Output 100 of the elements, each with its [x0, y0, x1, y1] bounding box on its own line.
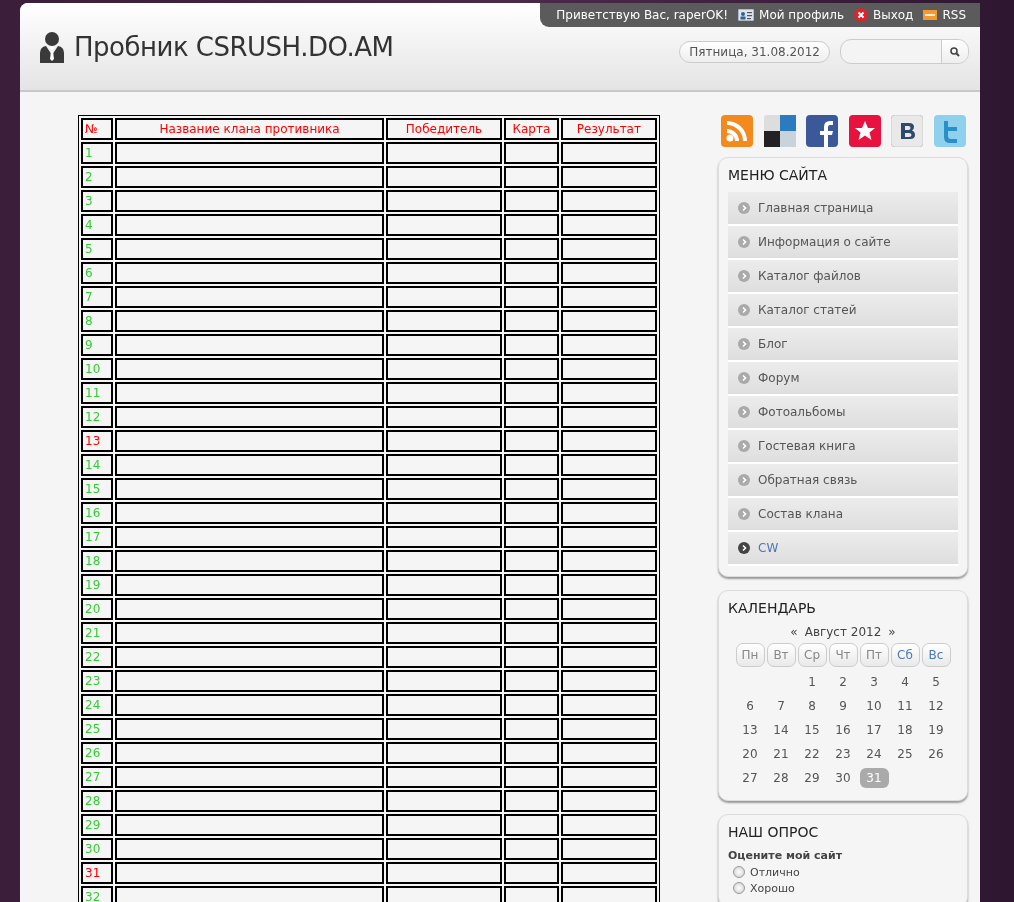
menu-item[interactable]: Каталог файлов [728, 260, 958, 294]
calendar-day[interactable]: 17 [859, 720, 889, 740]
row-number-cell: 25 [81, 718, 114, 740]
chevron-icon [738, 508, 750, 520]
calendar-day[interactable]: 10 [859, 696, 889, 716]
menu-item[interactable]: Гостевая книга [728, 430, 958, 464]
calendar-day[interactable]: 12 [921, 696, 951, 716]
calendar-day[interactable]: 21 [766, 744, 796, 764]
calendar-day[interactable]: 9 [828, 696, 858, 716]
rss-icon [923, 10, 938, 20]
menu-item[interactable]: Состав клана [728, 498, 958, 532]
empty-cell [503, 262, 559, 284]
row-number-cell: 4 [81, 214, 114, 236]
site-title: Пробник CSRUSH.DO.AM [74, 31, 395, 62]
previous-month-link[interactable]: « [790, 625, 798, 639]
calendar-day[interactable]: 25 [890, 744, 920, 764]
calendar-day[interactable]: 23 [828, 744, 858, 764]
top-bar-link[interactable]: Мой профиль [738, 8, 844, 22]
column-header: Победитель [386, 118, 502, 140]
poll-question: Оцените мой сайт [728, 849, 844, 862]
row-number-cell: 17 [81, 526, 114, 548]
calendar-day[interactable]: 13 [735, 720, 765, 740]
menu-item[interactable]: Главная страница [728, 192, 958, 226]
menu-item[interactable]: Каталог статей [728, 294, 958, 328]
column-header: № [81, 118, 114, 140]
close-icon [853, 8, 868, 22]
calendar-day[interactable]: 4 [890, 672, 920, 692]
row-number-cell: 5 [81, 238, 114, 260]
chevron-icon [738, 236, 750, 248]
calendar-day[interactable]: 16 [828, 720, 858, 740]
id-card-icon [738, 9, 755, 21]
calendar-title: КАЛЕНДАРЬ [728, 600, 817, 616]
empty-cell [503, 502, 559, 524]
empty-cell [503, 430, 559, 452]
row-number-cell: 2 [81, 166, 114, 188]
chevron-icon [738, 542, 750, 554]
calendar-day[interactable]: 18 [890, 720, 920, 740]
chevron-icon [738, 440, 750, 452]
calendar-day[interactable]: 2 [828, 672, 858, 692]
search-field[interactable] [840, 39, 969, 64]
calendar-day[interactable]: 26 [921, 744, 951, 764]
empty-cell [503, 358, 559, 380]
menu-item[interactable]: Информация о сайте [728, 226, 958, 260]
calendar-day[interactable]: 15 [797, 720, 827, 740]
menu-item[interactable]: Фотоальбомы [728, 396, 958, 430]
letter-f-icon [806, 115, 839, 147]
empty-cell [503, 286, 559, 308]
menu-item[interactable]: Обратная связь [728, 464, 958, 498]
calendar-day[interactable]: 8 [797, 696, 827, 716]
empty-cell [503, 790, 559, 812]
calendar-day[interactable]: 27 [735, 768, 765, 788]
calendar-day[interactable]: 5 [921, 672, 951, 692]
calendar-day[interactable]: 3 [859, 672, 889, 692]
calendar-day[interactable]: 6 [735, 696, 765, 716]
weekday-label: Пт [859, 643, 889, 667]
greeting-text: Приветствую Вас, raperOK! [556, 8, 729, 22]
row-number-cell: 10 [81, 358, 114, 380]
chevron-icon [738, 202, 750, 214]
empty-cell [503, 742, 559, 764]
chevron-icon [738, 372, 750, 384]
empty-cell [503, 838, 559, 860]
next-month-link[interactable]: » [888, 625, 896, 639]
calendar-day[interactable]: 30 [828, 768, 858, 788]
empty-cell [503, 238, 559, 260]
calendar-day[interactable]: 14 [766, 720, 796, 740]
weekday-label: Ср [797, 643, 827, 667]
empty-cell [503, 454, 559, 476]
chevron-icon [738, 270, 750, 282]
top-bar-link[interactable]: Выход [853, 8, 914, 22]
empty-cell [503, 478, 559, 500]
menu-item[interactable]: Блог [728, 328, 958, 362]
calendar-day[interactable]: 1 [797, 672, 827, 692]
calendar-day[interactable]: 20 [735, 744, 765, 764]
row-number-cell: 20 [81, 598, 114, 620]
search-button[interactable] [941, 40, 968, 63]
menu-item[interactable]: Форум [728, 362, 958, 396]
calendar-day[interactable]: 7 [766, 696, 796, 716]
date-pill: Пятница, 31.08.2012 [679, 40, 830, 63]
calendar-day[interactable]: 22 [797, 744, 827, 764]
calendar-day[interactable]: 28 [766, 768, 796, 788]
row-number-cell: 14 [81, 454, 114, 476]
empty-cell [503, 406, 559, 428]
row-number-cell: 9 [81, 334, 114, 356]
calendar-day[interactable]: 19 [921, 720, 951, 740]
radio-button[interactable] [733, 866, 745, 878]
letter-b-icon [891, 115, 924, 147]
empty-cell [503, 142, 559, 164]
column-header: Результат [560, 118, 657, 140]
calendar-day[interactable]: 11 [890, 696, 920, 716]
row-number-cell: 29 [81, 814, 114, 836]
radio-button[interactable] [733, 882, 745, 894]
menu-item[interactable]: CW [728, 532, 958, 566]
calendar-day[interactable]: 24 [859, 744, 889, 764]
empty-cell [503, 334, 559, 356]
poll-option-label: Отлично [750, 865, 800, 879]
row-number-cell: 13 [81, 430, 114, 452]
top-bar-link[interactable]: RSS [923, 8, 966, 22]
row-number-cell: 22 [81, 646, 114, 668]
row-number-cell: 31 [81, 862, 114, 884]
calendar-day[interactable]: 29 [797, 768, 827, 788]
